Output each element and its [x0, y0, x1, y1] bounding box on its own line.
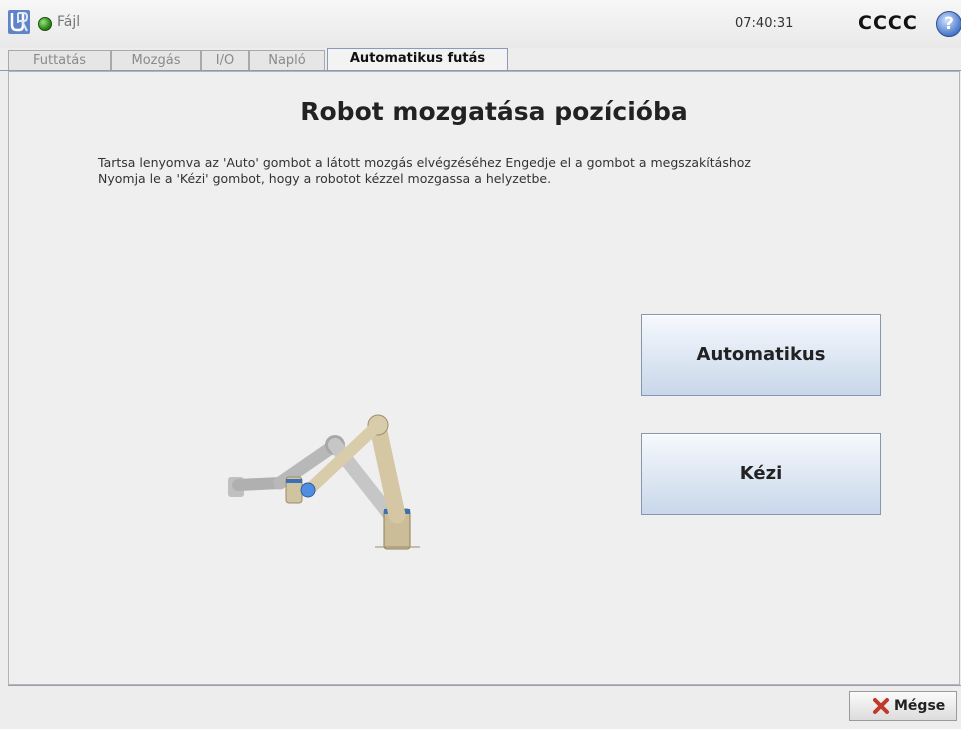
page-title: Robot mozgatása pozícióba — [300, 97, 688, 126]
tab-log[interactable]: Napló — [249, 50, 325, 70]
instruction-line-2: Nyomja le a 'Kézi' gombot, hogy a roboto… — [98, 171, 552, 186]
tab-auto-move[interactable]: Automatikus futás — [327, 48, 508, 71]
top-bar: Fájl 07:40:31 CCCC ? — [0, 0, 961, 48]
file-menu[interactable]: Fájl — [57, 14, 80, 30]
help-icon[interactable]: ? — [936, 11, 961, 37]
footer-divider — [8, 685, 961, 686]
clock: 07:40:31 — [735, 16, 794, 31]
ur-logo-icon — [8, 10, 30, 34]
robot-arm-illustration — [228, 414, 420, 550]
robot-name: CCCC — [858, 12, 918, 34]
instructions: Tartsa lenyomva az 'Auto' gombot a látot… — [98, 155, 938, 187]
cancel-label: Mégse — [894, 698, 946, 714]
cancel-button[interactable]: Mégse — [849, 691, 957, 721]
tab-move[interactable]: Mozgás — [111, 50, 201, 70]
tab-run[interactable]: Futtatás — [8, 50, 111, 70]
status-ok-icon — [38, 17, 52, 31]
cancel-x-icon — [873, 698, 889, 714]
manual-button[interactable]: Kézi — [641, 433, 881, 515]
tab-io[interactable]: I/O — [201, 50, 249, 70]
instruction-line-1: Tartsa lenyomva az 'Auto' gombot a látot… — [98, 155, 751, 170]
automatic-button[interactable]: Automatikus — [641, 314, 881, 396]
tab-bar: Futtatás Mozgás I/O Napló Automatikus fu… — [0, 48, 961, 71]
